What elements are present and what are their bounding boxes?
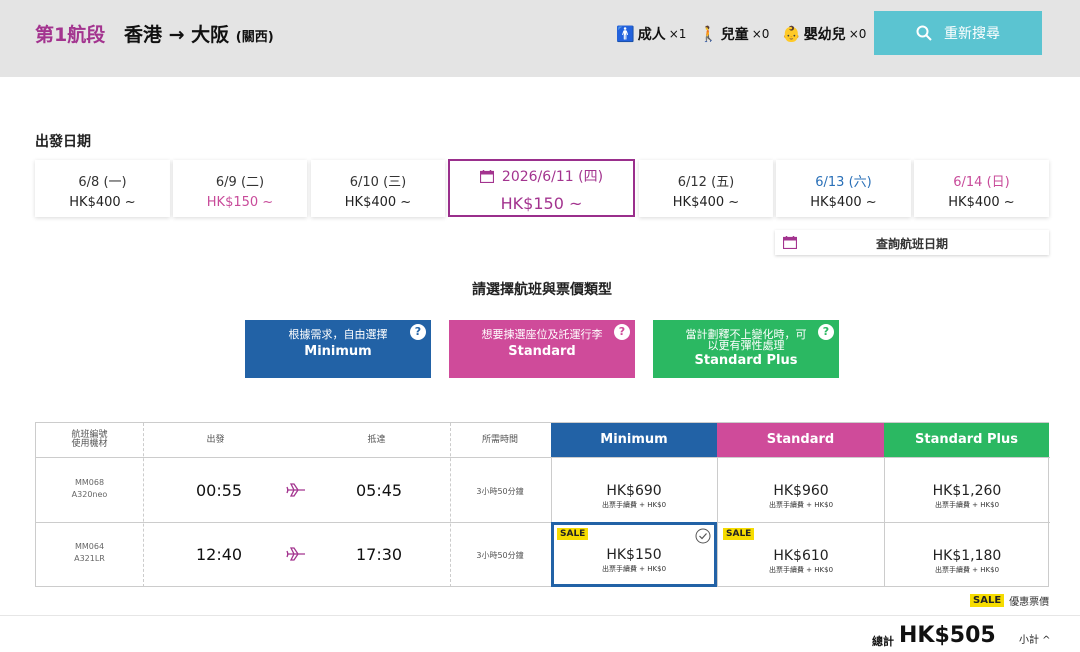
date-card-0608[interactable]: 6/8 (一) HK$400 ~ [35,160,170,217]
pax-adult: 🚹 成人 ×1 [616,25,687,43]
sale-badge: SALE [557,528,589,540]
sale-badge: SALE [723,528,755,540]
help-icon[interactable]: ? [614,324,630,340]
route-title: 香港 → 大阪 (關西) [124,20,274,47]
divider [143,423,144,587]
arrive-time: 17:30 [356,545,403,564]
airplane-icon [286,547,305,561]
choose-fare-title: 請選擇航班與票價類型 [472,282,612,298]
total-footer: 總計 HK$505 小計 ^ [0,615,1080,652]
child-icon: 🚶 [699,25,718,43]
price-minimum-mm064-selected[interactable]: SALE HK$150 出票手續費 + HK$0 [551,522,717,587]
segment-label: 第1航段 [35,24,106,46]
sale-badge: SALE [970,594,1005,607]
calendar-icon [479,169,494,183]
price-minimum-mm068[interactable]: HK$690 出票手續費 + HK$0 [551,458,717,522]
adult-icon: 🚹 [616,25,635,43]
route-airport: (關西) [235,30,274,45]
sale-legend: SALE 優惠票價 [970,593,1049,608]
date-card-0614[interactable]: 6/14 (日) HK$400 ~ [914,160,1049,217]
flight-table: 航班編號 使用機材 出發 抵達 所需時間 Minimum Standard St… [35,422,1050,587]
price-standard-mm068[interactable]: HK$960 出票手續費 + HK$0 [718,458,884,522]
divider [450,423,451,587]
price-standard-mm064[interactable]: SALE HK$610 出票手續費 + HK$0 [718,523,884,587]
sale-legend-label: 優惠票價 [1009,597,1050,608]
header-standard: Standard [717,423,884,457]
header-minimum: Minimum [551,423,717,457]
date-card-0613[interactable]: 6/13 (六) HK$400 ~ [776,160,911,217]
flight-number-cell: MM068 A320neo [71,478,108,499]
search-icon [916,25,932,41]
date-card-0612[interactable]: 6/12 (五) HK$400 ~ [639,160,773,217]
route-cities: 香港 → 大阪 [124,24,230,46]
total-label: 總計 [872,635,894,648]
help-icon[interactable]: ? [818,324,834,340]
airplane-icon [286,483,305,497]
research-button[interactable]: 重新搜尋 [874,11,1042,55]
date-card-0611-selected[interactable]: 2026/6/11 (四) HK$150 ~ [448,159,635,217]
header-arrive: 抵達 [367,435,386,445]
arrive-time: 05:45 [356,481,403,500]
header-depart: 出發 [206,435,225,445]
date-card-0609[interactable]: 6/9 (二) HK$150 ~ [173,160,307,217]
header-flight-aircraft: 航班編號 使用機材 [71,430,108,449]
total-amount: HK$505 [899,623,996,648]
departure-date-title: 出發日期 [35,134,91,150]
date-strip: 6/8 (一) HK$400 ~ 6/9 (二) HK$150 ~ 6/10 (… [35,159,1049,217]
subtotal-toggle[interactable]: 小計 ^ [1019,631,1051,646]
date-card-0610[interactable]: 6/10 (三) HK$400 ~ [311,160,445,217]
help-icon[interactable]: ? [410,324,426,340]
price-plus-mm064[interactable]: HK$1,180 出票手續費 + HK$0 [884,523,1050,587]
depart-time: 12:40 [196,545,243,564]
infant-icon: 👶 [782,25,801,43]
price-plus-mm068[interactable]: HK$1,260 出票手續費 + HK$0 [884,458,1050,522]
flight-header: 第1航段 香港 → 大阪 (關西) 🚹 成人 ×1 🚶 兒童 ×0 👶 嬰幼兒 … [0,0,1080,77]
flight-number-cell: MM064 A321LR [74,542,105,563]
header-duration: 所需時間 [481,435,518,445]
fare-type-standard[interactable]: 想要揀選座位及託運行李 Standard ? [449,320,635,378]
duration: 3小時50分鐘 [476,551,524,560]
pax-child: 🚶 兒童 ×0 [699,25,770,43]
header-standard-plus: Standard Plus [884,423,1049,457]
fare-type-minimum[interactable]: 根據需求，自由選擇 Minimum ? [245,320,431,378]
flight-date-lookup-button[interactable]: 查詢航班日期 [775,230,1049,255]
fare-type-standard-plus[interactable]: 當計劃釋不上變化時，可以更有彈性處理 Standard Plus ? [653,320,839,378]
check-circle-icon [695,528,711,544]
depart-time: 00:55 [196,481,243,500]
duration: 3小時50分鐘 [476,487,524,496]
pax-infant: 👶 嬰幼兒 ×0 [782,25,867,43]
